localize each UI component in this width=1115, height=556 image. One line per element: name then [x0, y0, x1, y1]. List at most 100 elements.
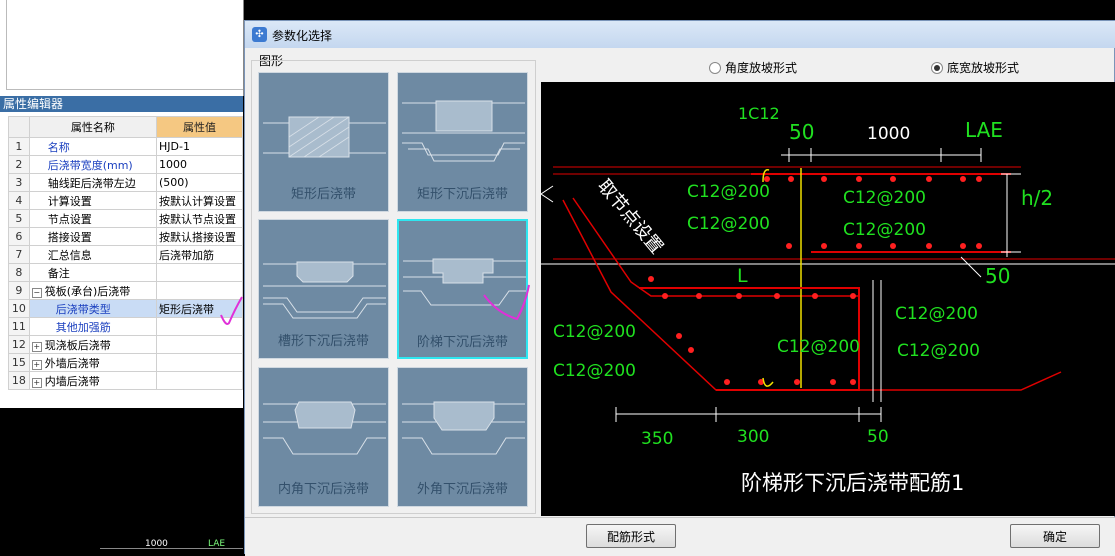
property-value[interactable]: 按默认搭接设置	[155, 227, 244, 246]
dim-50-right: 50	[985, 264, 1010, 288]
thumb-rect-sunken[interactable]: 矩形下沉后浇带	[397, 72, 528, 212]
property-value[interactable]: 后浇带加筋	[155, 245, 244, 264]
property-row[interactable]: 4 计算设置 按默认计算设置	[8, 191, 244, 210]
dialog-titlebar[interactable]: ✣ 参数化选择	[245, 21, 1115, 48]
row-number: 15	[8, 353, 30, 372]
property-row[interactable]: 11 其他加强筋	[8, 317, 244, 336]
property-name-text: 外墙后浇带	[44, 356, 100, 370]
property-row[interactable]: 2 后浇带宽度(mm) 1000	[8, 155, 244, 174]
property-row[interactable]: 5 节点设置 按默认节点设置	[8, 209, 244, 228]
dialog-footer: 配筋形式 确定	[245, 517, 1115, 556]
value-column-header[interactable]: 属性值	[155, 116, 244, 138]
property-name: + 现浇板后浇带	[28, 335, 157, 354]
property-editor: 属性名称 属性值 1 名称 HJD-1 2 后浇带宽度(mm) 1000 3 轴线距后浇带左边…	[0, 112, 244, 408]
rebar-label: C12@200	[843, 220, 926, 240]
rebar-label: C12@200	[687, 182, 770, 202]
rebar-label: C12@200	[687, 214, 770, 234]
expand-icon[interactable]: +	[31, 341, 42, 352]
dim-50-top: 50	[789, 120, 814, 144]
row-number: 5	[8, 209, 30, 228]
cad-canvas: 1C12 50 1000 LAE h/2 取节点设置 L 50 350 300 …	[540, 104, 1115, 495]
row-number: 10	[8, 299, 30, 318]
property-row[interactable]: 7 汇总信息 后浇带加筋	[8, 245, 244, 264]
property-row[interactable]: 15 + 外墙后浇带	[8, 353, 244, 372]
property-name-text: 后浇带类型	[55, 302, 111, 316]
expand-icon[interactable]: +	[31, 377, 42, 388]
row-number: 11	[8, 317, 30, 336]
radio-bottom-width-slope[interactable]: 底宽放坡形式	[931, 59, 1019, 76]
drawing-title: 阶梯形下沉后浇带配筋1	[741, 471, 964, 495]
property-name: − 筏板(承台)后浇带	[28, 281, 157, 300]
radio-angle-slope[interactable]: 角度放坡形式	[709, 59, 797, 76]
property-value[interactable]: 按默认节点设置	[155, 209, 244, 228]
row-number: 9	[8, 281, 30, 300]
property-name-text: 节点设置	[47, 212, 92, 226]
property-name: 其他加强筋	[28, 317, 157, 336]
property-row[interactable]: 12 + 现浇板后浇带	[8, 335, 244, 354]
rebar-label: C12@200	[843, 188, 926, 208]
thumb-rect-strip[interactable]: 矩形后浇带	[258, 72, 389, 212]
preview-lae-dim: LAE	[208, 539, 226, 549]
node-setting-label: 取节点设置	[593, 176, 667, 258]
property-row[interactable]: 6 搭接设置 按默认搭接设置	[8, 227, 244, 246]
radio-label: 底宽放坡形式	[947, 61, 1020, 75]
row-number: 3	[8, 173, 30, 192]
property-row[interactable]: 3 轴线距后浇带左边 (500)	[8, 173, 244, 192]
thumb-trough-sunken[interactable]: 槽形下沉后浇带	[258, 219, 389, 359]
row-number: 6	[8, 227, 30, 246]
ok-button[interactable]: 确定	[1010, 524, 1100, 548]
property-value[interactable]	[155, 353, 244, 372]
property-value[interactable]	[155, 263, 244, 282]
property-row[interactable]: 8 备注	[8, 263, 244, 282]
property-name-text: 轴线距后浇带左边	[47, 176, 136, 190]
property-value[interactable]	[155, 335, 244, 354]
L-label: L	[737, 265, 748, 287]
name-column-header[interactable]: 属性名称	[28, 116, 157, 138]
handwritten-check-mark	[220, 296, 243, 325]
row-number: 1	[8, 137, 30, 156]
row-number-header	[8, 116, 30, 138]
property-name-text: 后浇带宽度(mm)	[47, 158, 133, 172]
thumb-label: 阶梯下沉后浇带	[416, 335, 508, 350]
property-value[interactable]: 1000	[155, 155, 244, 174]
tree-panel	[0, 0, 244, 96]
collapse-icon[interactable]: −	[31, 287, 42, 298]
property-table: 属性名称 属性值 1 名称 HJD-1 2 后浇带宽度(mm) 1000 3 轴线距后浇带左边…	[8, 116, 244, 390]
app-icon: ✣	[252, 27, 267, 42]
tree-guide-line	[6, 89, 243, 90]
rebar-label: C12@200	[897, 341, 980, 361]
property-name-text: 搭接设置	[47, 230, 92, 244]
lae-label: LAE	[965, 118, 1003, 142]
property-row[interactable]: 9− 筏板(承台)后浇带	[8, 281, 244, 300]
break-line	[540, 185, 554, 203]
property-name: 后浇带类型	[28, 299, 157, 318]
expand-icon[interactable]: +	[31, 359, 42, 370]
property-name: 汇总信息	[28, 245, 157, 264]
dimension-lines	[615, 148, 1021, 422]
thumb-inner-corner-sunken[interactable]: 内角下沉后浇带	[258, 367, 389, 507]
property-name-text: 筏板(承台)后浇带	[44, 284, 131, 298]
property-value[interactable]: 按默认计算设置	[155, 191, 244, 210]
dim-300: 300	[737, 427, 769, 447]
property-row[interactable]: 10 后浇带类型 矩形后浇带	[8, 299, 244, 318]
thumb-outer-corner-sunken[interactable]: 外角下沉后浇带	[397, 367, 528, 507]
thumb-label: 内角下沉后浇带	[277, 482, 369, 497]
property-value[interactable]: HJD-1	[155, 137, 244, 156]
thumb-label: 矩形后浇带	[290, 187, 356, 202]
radio-on-icon	[931, 62, 943, 74]
property-value[interactable]: (500)	[155, 173, 244, 192]
dim-350: 350	[641, 429, 673, 449]
property-name-text: 现浇板后浇带	[44, 338, 111, 352]
property-name: 后浇带宽度(mm)	[28, 155, 157, 174]
thumb-label: 矩形下沉后浇带	[416, 187, 508, 202]
dialog-title: 参数化选择	[272, 29, 333, 43]
thumb-label: 外角下沉后浇带	[416, 482, 508, 497]
property-name: 名称	[28, 137, 157, 156]
thumb-stepped-sunken[interactable]: 阶梯下沉后浇带	[397, 219, 530, 359]
preview-canvas	[0, 408, 243, 554]
property-row[interactable]: 1 名称 HJD-1	[8, 137, 244, 156]
property-row[interactable]: 18 + 内墙后浇带	[8, 371, 244, 390]
property-value[interactable]	[155, 371, 244, 390]
rebar-form-button[interactable]: 配筋形式	[586, 524, 676, 548]
radio-off-icon	[709, 62, 721, 74]
